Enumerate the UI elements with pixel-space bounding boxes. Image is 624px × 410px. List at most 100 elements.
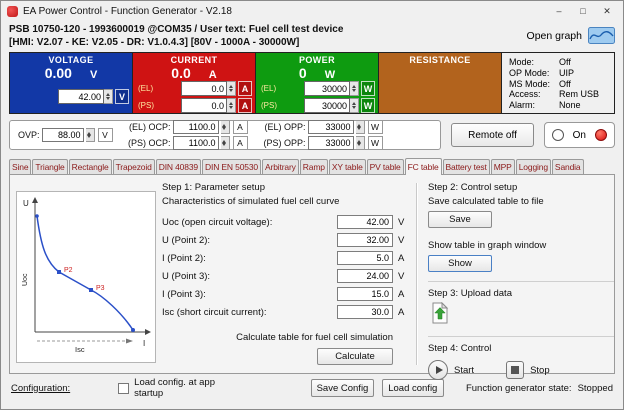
uoc-input[interactable] (337, 215, 393, 229)
current-ps-set-input[interactable] (181, 98, 227, 113)
step1-title: Step 1: Parameter setup (162, 182, 265, 193)
ps-opp-input[interactable] (307, 136, 354, 150)
tab-trapezoid[interactable]: Trapezoid (112, 159, 155, 174)
i-point3-label: I (Point 3): (162, 288, 206, 300)
calculate-button[interactable]: Calculate (317, 348, 393, 365)
p2-label: P2 (64, 267, 73, 274)
window-controls: – □ ✕ (547, 1, 619, 21)
el-opp-spinner[interactable] (355, 120, 365, 134)
voltage-spinner[interactable] (104, 89, 113, 104)
ps-opp-label: (PS) OPP: (263, 138, 306, 148)
save-config-button[interactable]: Save Config (311, 379, 374, 397)
power-el-spinner[interactable] (350, 81, 359, 96)
u-axis-label: U (23, 199, 29, 208)
power-title: POWER (298, 55, 335, 65)
el-opp-label: (EL) OPP: (264, 122, 306, 132)
maximize-button[interactable]: □ (571, 1, 595, 21)
el-opp-input[interactable] (307, 120, 354, 134)
u-point3-input[interactable] (337, 269, 393, 283)
output-on-button[interactable]: On (543, 122, 615, 148)
tab-arbitrary[interactable]: Arbitrary (262, 159, 299, 174)
ps-ocp-spinner[interactable] (220, 136, 230, 150)
minimize-button[interactable]: – (547, 1, 571, 21)
fuel-cell-parameters: Uoc (open circuit voltage): V U (Point 2… (162, 215, 410, 319)
ovp-spinner[interactable] (85, 128, 95, 142)
p2-point (57, 270, 61, 274)
voltage-set-input[interactable] (58, 89, 104, 104)
op-mode-label: OP Mode: (509, 67, 550, 78)
tab-rectangle[interactable]: Rectangle (68, 159, 112, 174)
tab-sine[interactable]: Sine (9, 159, 32, 174)
start-button[interactable] (428, 360, 448, 380)
device-info-line1: PSB 10750-120 - 1993600019 @COM35 / User… (9, 24, 344, 35)
tab-triangle[interactable]: Triangle (32, 159, 68, 174)
current-el-label: (EL) (138, 84, 154, 93)
u-point2-unit: V (398, 234, 405, 246)
generator-state-value: Stopped (577, 382, 613, 394)
ps-opp-spinner[interactable] (355, 136, 365, 150)
i-point2-input[interactable] (337, 251, 393, 265)
current-ps-set-unit: A (238, 98, 252, 113)
show-button[interactable]: Show (428, 255, 492, 272)
protection-panel: OVP: V (EL) OCP: A (PS) OCP: A (9, 120, 442, 150)
u-point2-input[interactable] (337, 233, 393, 247)
ms-mode-label: MS Mode: (509, 78, 551, 89)
stop-button[interactable] (506, 361, 525, 379)
red-led-icon (594, 129, 607, 141)
power-unit: W (324, 69, 336, 81)
current-ps-spinner[interactable] (227, 98, 236, 113)
vertical-separator (416, 183, 418, 365)
el-ocp-input[interactable] (172, 120, 219, 134)
tab-mpp[interactable]: MPP (490, 159, 515, 174)
fc-table-page: P2 P3 U I Uoc Isc Step 1: Parameter setu… (9, 174, 615, 380)
power-panel: POWER 0 W (EL) W (PS) W (256, 53, 379, 113)
tab-sandia[interactable]: Sandia (551, 159, 584, 174)
startup-config-checkbox-group[interactable]: Load config. at app startup (118, 377, 239, 399)
remote-off-button[interactable]: Remote off (451, 123, 534, 147)
app-window: EA Power Control - Function Generator - … (0, 0, 624, 410)
current-el-spinner[interactable] (227, 81, 236, 96)
tab-xy-table[interactable]: XY table (328, 159, 366, 174)
current-el-set-input[interactable] (181, 81, 227, 96)
tab-din-en-50530[interactable]: DIN EN 50530 (202, 159, 262, 174)
alarm-label: Alarm: (509, 100, 536, 111)
load-config-button[interactable]: Load config (381, 379, 444, 397)
ps-ocp-label: (PS) OCP: (128, 138, 171, 148)
el-ocp-spinner[interactable] (220, 120, 230, 134)
tab-pv-table[interactable]: PV table (366, 159, 404, 174)
calculate-table-label: Calculate table for fuel cell simulation (236, 332, 393, 343)
tab-fc-table[interactable]: FC table (404, 158, 442, 175)
i-point3-input[interactable] (337, 287, 393, 301)
tab-logging[interactable]: Logging (515, 159, 551, 174)
current-el-set-unit: A (238, 81, 252, 96)
power-el-set-input[interactable] (304, 81, 350, 96)
tab-ramp[interactable]: Ramp (299, 159, 328, 174)
steps-2-3-4-section: Step 2: Control setup Save calculated ta… (428, 182, 614, 380)
device-status-panel: Mode: Off OP Mode: UIP MS Mode: Off Access:… (502, 53, 614, 113)
step2-title: Step 2: Control setup (428, 182, 518, 193)
i-point3-unit: A (398, 288, 405, 300)
el-ocp-unit: A (232, 120, 248, 134)
configuration-link[interactable]: Configuration: (11, 383, 70, 394)
power-ps-set-input[interactable] (304, 98, 350, 113)
save-button[interactable]: Save (428, 211, 492, 228)
fuel-cell-curve (36, 215, 134, 331)
tab-din-40839[interactable]: DIN 40839 (155, 159, 201, 174)
access-value: Rem USB (559, 89, 600, 100)
power-ps-spinner[interactable] (350, 98, 359, 113)
startup-config-checkbox[interactable] (118, 382, 130, 394)
ps-ocp-input[interactable] (172, 136, 219, 150)
ps-opp-unit: W (367, 136, 383, 150)
tab-battery-test[interactable]: Battery test (442, 159, 490, 174)
voltage-set-unit: V (115, 89, 129, 104)
voltage-panel: VOLTAGE 0.00 V V (10, 53, 133, 113)
ovp-input[interactable] (41, 128, 84, 142)
upload-data-icon[interactable] (430, 301, 450, 324)
stop-icon (511, 366, 520, 374)
alarm-value: None (559, 100, 581, 111)
open-graph-button[interactable]: Open graph (527, 23, 615, 44)
generator-state-label: Function generator state: (465, 382, 572, 394)
run-controls: Start Stop (428, 360, 614, 380)
close-button[interactable]: ✕ (595, 1, 619, 21)
isc-input[interactable] (337, 305, 393, 319)
